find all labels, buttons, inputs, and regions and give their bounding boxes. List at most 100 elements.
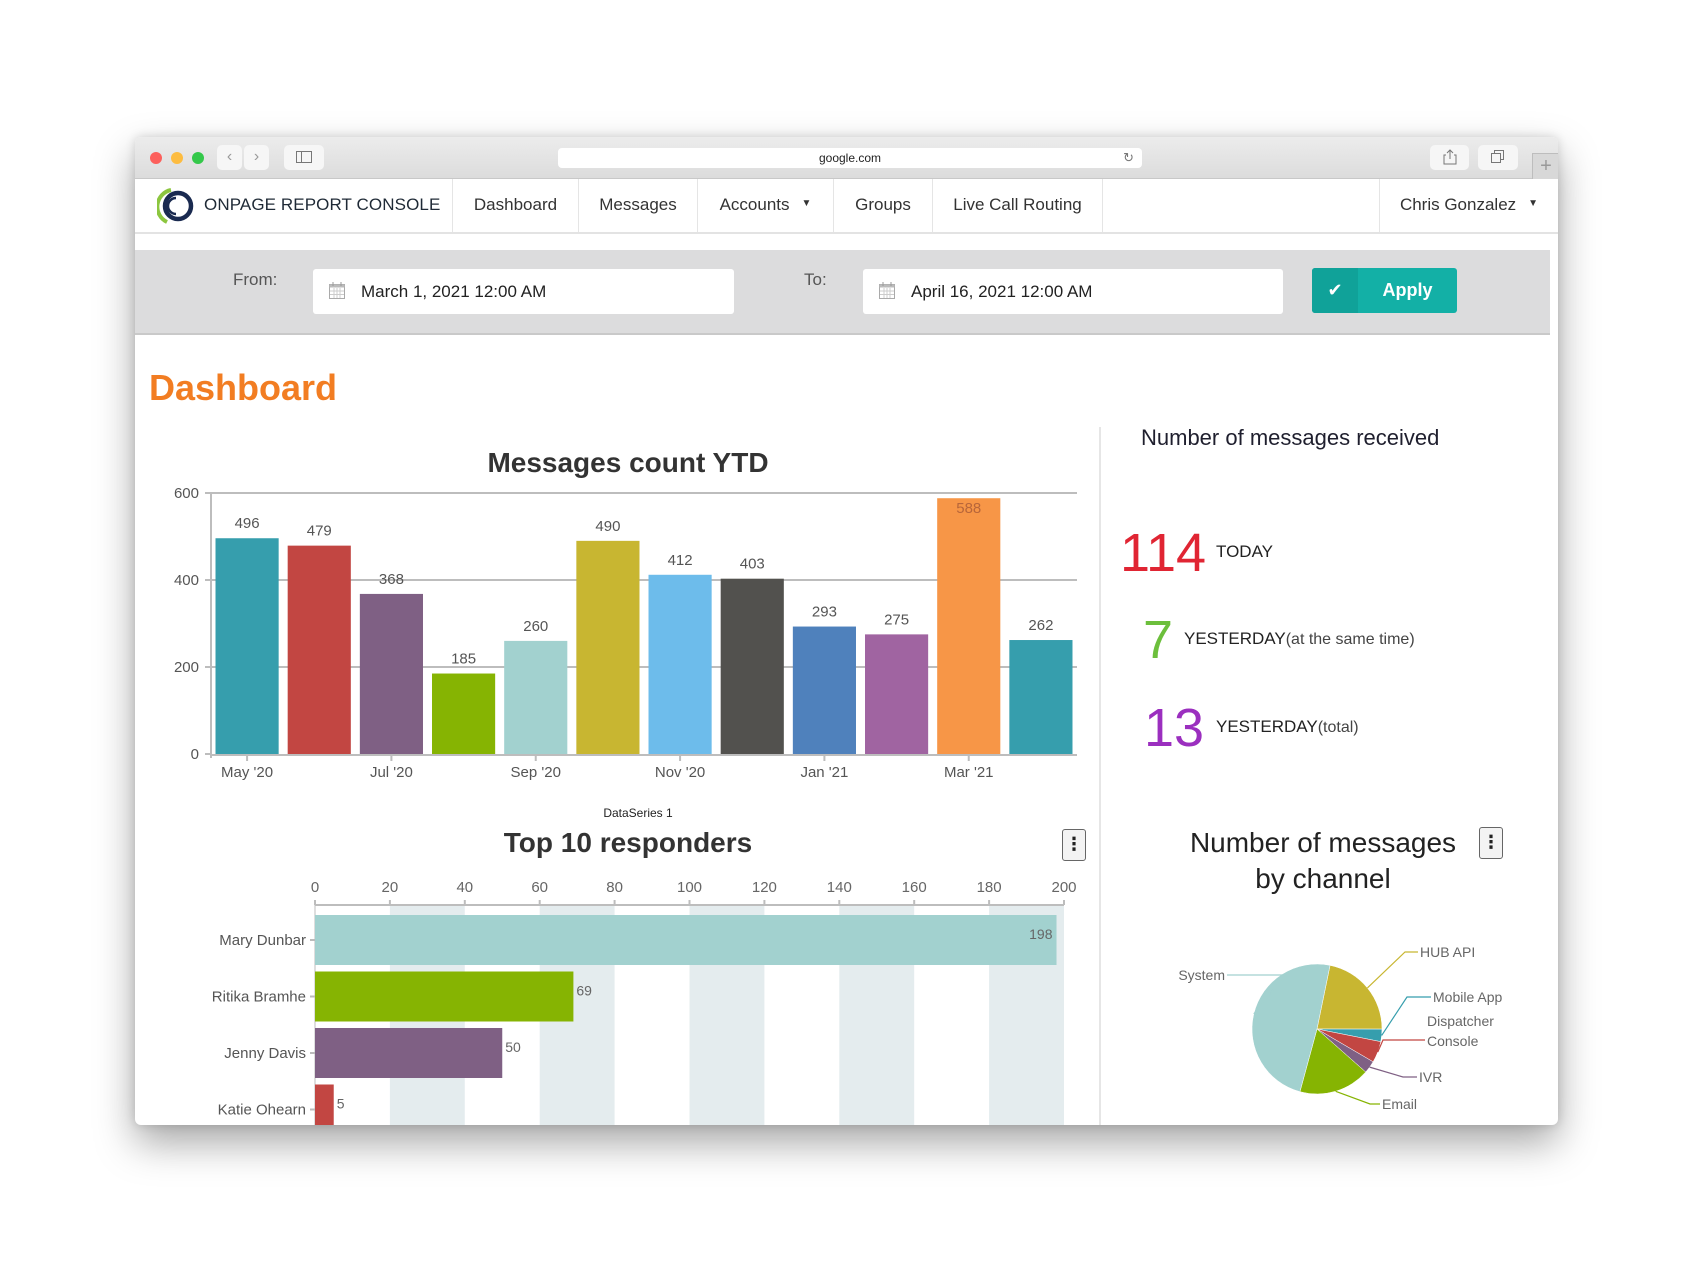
nav-groups[interactable]: Groups [833,179,932,232]
pie-leader-line [1366,951,1418,989]
title-line: by channel [1255,863,1391,894]
bar [720,578,784,754]
bar [1009,640,1073,754]
chevron-right-icon[interactable]: › [244,145,269,170]
date-filter-bar: From: March 1, 2021 12:00 AM To: April 1… [135,250,1550,335]
bar-value-label: 496 [235,515,260,532]
maximize-window-button[interactable] [192,152,204,164]
checkmark-icon: ✔ [1312,268,1358,313]
bar [504,640,568,754]
user-menu[interactable]: Chris Gonzalez ▼ [1379,179,1558,232]
apply-label: Apply [1382,280,1433,300]
pie-leader-line [1377,1039,1425,1053]
pie-leader-line [1335,1090,1380,1105]
stat-label: YESTERDAY(total) [1216,717,1359,737]
pie-label: System [1178,967,1225,983]
address-bar[interactable]: google.com ↻ [558,148,1142,168]
top-responders-chart: 0 20 40 60 80 100 120 140 160 180 200 198 Mary Dunba… [212,879,1077,1125]
bar-value-label: 403 [740,556,765,573]
apply-button[interactable]: ✔ Apply [1312,268,1457,313]
bar [315,1084,334,1125]
chevron-left-icon[interactable]: ‹ [217,145,242,170]
x-tick-label: Jan '21 [800,764,848,781]
nav-label: Live Call Routing [953,195,1082,214]
more-vertical-icon: ⋮ [1482,832,1500,852]
caret-down-icon: ▼ [1528,197,1539,209]
to-date-input[interactable]: April 16, 2021 12:00 AM [863,269,1283,314]
pie-leader-line [1381,996,1431,1036]
legend-label: DataSeries 1 [603,806,673,820]
x-tick-label: 100 [677,879,702,896]
responders-chart-title: Top 10 responders [503,827,753,858]
bar-value-label: 5 [337,1096,345,1112]
stat-label-text: TODAY [1216,542,1273,561]
bar [865,634,929,754]
bar [215,538,279,754]
x-tick-label: 60 [531,879,548,896]
calendar-icon [879,282,895,299]
bar [315,915,1057,965]
more-vertical-icon: ⋮ [1065,834,1083,854]
pie-leader-line [1369,1066,1417,1078]
bar-value-label: 69 [576,983,592,999]
user-name: Chris Gonzalez [1399,195,1517,214]
page-title: Dashboard [149,367,338,408]
x-tick-label: Nov '20 [655,764,705,781]
bar [287,545,351,754]
tabs-icon[interactable] [1478,145,1518,170]
channel-chart-title: Number of messages by channel [1165,825,1481,897]
nav-messages[interactable]: Messages [578,179,697,232]
bar-value-label: 275 [884,611,909,628]
title-line: Number of messages [1189,827,1457,858]
x-tick-label: 120 [752,879,777,896]
bar-value-label: 490 [595,518,620,535]
bar-value-label: 198 [1029,926,1053,942]
plus-icon[interactable]: + [1532,153,1558,179]
brand-title: ONPAGE REPORT CONSOLE [204,195,441,214]
nav-live-call-routing[interactable]: Live Call Routing [932,179,1103,232]
messages-count-chart: 0 200 400 600 496 479 368 185 260 490 412 403 293 275… [174,485,1077,820]
bar-value-label: 185 [451,651,476,668]
bar [937,498,1001,754]
from-label: From: [233,270,278,289]
bar [315,971,574,1022]
pie-label: Email [1382,1096,1417,1112]
channel-chart-menu-button[interactable]: ⋮ [1479,827,1503,859]
bar [648,574,712,754]
stat-label-text: YESTERDAY [1216,717,1318,736]
x-tick-label: 160 [902,879,927,896]
stat-value: 13 [1144,698,1205,758]
browser-window: ‹ › google.com ↻ + ONPAGE REPORT CONSOLE… [135,137,1558,1125]
calendar-icon [329,282,345,299]
from-date-input[interactable]: March 1, 2021 12:00 AM [313,269,734,314]
x-tick-label: 0 [311,879,319,896]
nav-accounts[interactable]: Accounts ▼ [697,179,833,232]
stat-value: 7 [1143,610,1174,670]
minimize-window-button[interactable] [171,152,183,164]
bar-value-label: 479 [307,523,332,540]
stat-value: 114 [1120,523,1207,583]
pie-label: IVR [1419,1069,1442,1085]
close-window-button[interactable] [150,152,162,164]
reload-icon[interactable]: ↻ [1123,148,1134,168]
x-tick-label: Jul '20 [370,764,413,781]
nav-dashboard[interactable]: Dashboard [452,179,578,232]
responders-chart-menu-button[interactable]: ⋮ [1062,829,1086,861]
stat-label-sub: (total) [1317,719,1359,736]
x-tick-label: May '20 [221,764,273,781]
browser-toolbar: ‹ › google.com ↻ + [135,137,1558,179]
x-tick-label: 200 [1051,879,1076,896]
onpage-logo-icon [157,188,194,224]
pie-label: Dispatcher [1427,1013,1494,1029]
y-tick-label: 0 [191,746,199,763]
url-text: google.com [818,151,882,165]
channel-pie-chart: HUB API Mobile App Dispatcher Console IVREma… [1178,944,1502,1112]
sidebar-icon[interactable] [284,145,324,170]
stat-label: YESTERDAY(at the same time) [1184,629,1415,649]
x-tick-label: Sep '20 [511,764,561,781]
y-tick-label: 200 [174,659,199,676]
share-icon[interactable] [1430,145,1469,170]
bar-value-label: 412 [668,552,693,569]
nav-label: Messages [599,195,677,214]
to-date-value: April 16, 2021 12:00 AM [911,282,1093,301]
